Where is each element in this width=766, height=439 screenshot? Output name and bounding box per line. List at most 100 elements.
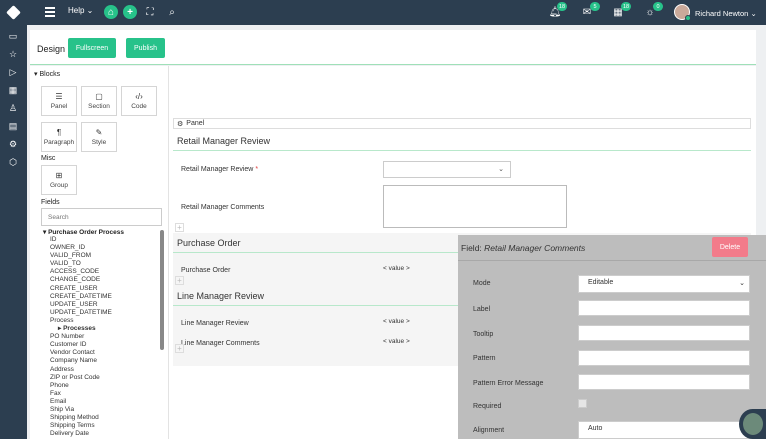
pattern-error-label: Pattern Error Message — [473, 380, 544, 387]
list-item[interactable]: CREATE_DATETIME — [50, 293, 166, 301]
logo-icon — [6, 5, 21, 20]
retail-manager-comments-textarea[interactable] — [383, 185, 567, 228]
star-icon[interactable]: ☆ — [7, 48, 19, 60]
fields-heading: Fields — [41, 199, 60, 206]
fields-scrollbar[interactable] — [160, 230, 164, 350]
list-item[interactable]: VALID_TO — [50, 260, 166, 268]
field-label: Retail Manager Review * — [181, 166, 259, 173]
list-item[interactable]: Vendor Contact — [50, 349, 166, 357]
top-bar: Help ⌄ ⌂ + ⛶ ⌕ 🔔︎ 18 ✉ 5 ▦ 18 ☼ 0 Richar… — [0, 0, 766, 25]
designer-toolbar: Design Fullscreen Publish — [30, 30, 756, 65]
block-group[interactable]: ⊞ Group — [41, 165, 77, 195]
list-item[interactable]: Process — [50, 317, 166, 325]
block-code[interactable]: ‹/› Code — [121, 86, 157, 116]
list-item[interactable]: VALID_FROM — [50, 252, 166, 260]
add-row-icon[interactable]: + — [175, 276, 184, 285]
gear-icon[interactable]: ⚙ — [7, 138, 19, 150]
list-item[interactable]: Phone — [50, 382, 166, 390]
field-value: < value > — [383, 318, 410, 325]
field-label: Purchase Order — [181, 267, 231, 274]
fields-search-input[interactable] — [41, 208, 162, 226]
avatar[interactable] — [674, 4, 691, 21]
grid-icon[interactable]: ▦ — [7, 84, 19, 96]
list-item[interactable]: Address — [50, 366, 166, 374]
block-paragraph[interactable]: ¶ Paragraph — [41, 122, 77, 152]
gear-icon: ⚙ — [177, 120, 184, 128]
user-menu[interactable]: Richard Newton ⌄ — [695, 9, 757, 18]
chevron-down-icon: ⌄ — [498, 166, 504, 173]
list-item[interactable]: Shipping Terms — [50, 422, 166, 430]
properties-divider — [458, 260, 766, 261]
chat-assistant-button[interactable] — [739, 409, 766, 439]
block-style[interactable]: ✎ Style — [81, 122, 117, 152]
calendar-badge: 18 — [621, 2, 632, 11]
tree-subgroup[interactable]: ▸ Processes — [58, 325, 166, 333]
list-item[interactable]: ID — [50, 236, 166, 244]
list-item[interactable]: Email — [50, 398, 166, 406]
list-item[interactable]: Shipping Method — [50, 414, 166, 422]
folder-icon[interactable]: ▭ — [7, 30, 19, 42]
list-item[interactable]: PO Number — [50, 333, 166, 341]
list-item[interactable]: Ship Via — [50, 406, 166, 414]
left-nav: ▭ ☆ ▷ ▦ ♙ ▤ ⚙ ⬡ — [0, 25, 27, 439]
list-item[interactable]: ZIP or Post Code — [50, 374, 166, 382]
add-row-icon[interactable]: + — [175, 223, 184, 232]
hamburger-menu-icon[interactable] — [45, 7, 55, 17]
publish-button[interactable]: Publish — [126, 38, 165, 58]
field-value: < value > — [383, 265, 410, 272]
notification-badge: 18 — [557, 2, 568, 11]
mode-select[interactable]: Editable ⌄ — [578, 275, 750, 293]
tooltip-input[interactable] — [578, 325, 750, 341]
add-row-icon[interactable]: + — [175, 344, 184, 353]
label-label: Label — [473, 306, 491, 313]
required-label: Required — [473, 403, 502, 410]
tree-root[interactable]: ▾ Purchase Order Process — [43, 228, 166, 236]
required-checkbox[interactable] — [578, 399, 587, 408]
retail-manager-review-select[interactable]: ⌄ — [383, 161, 511, 178]
block-section[interactable]: ▢ Section — [81, 86, 117, 116]
list-item[interactable]: CHANGE_CODE — [50, 276, 166, 284]
pattern-error-input[interactable] — [578, 374, 750, 390]
field-label: Line Manager Review — [181, 320, 249, 327]
add-circle-icon[interactable]: + — [123, 5, 137, 19]
user-icon[interactable]: ♙ — [7, 102, 19, 114]
square-icon: ▢ — [95, 92, 103, 101]
list-icon: ☰ — [55, 92, 63, 101]
properties-title: Field: Retail Manager Comments — [461, 243, 586, 253]
briefcase-icon[interactable]: ▤ — [7, 120, 19, 132]
list-item[interactable]: Company Name — [50, 357, 166, 365]
chevron-down-icon: ⌄ — [739, 280, 745, 287]
list-item[interactable]: ACCESS_CODE — [50, 268, 166, 276]
home-circle-icon[interactable]: ⌂ — [104, 5, 118, 19]
block-panel[interactable]: ☰ Panel — [41, 86, 77, 116]
section-title: Retail Manager Review — [177, 136, 271, 146]
box-icon[interactable]: ⬡ — [7, 156, 19, 168]
alignment-label: Alignment — [473, 427, 505, 434]
blocks-heading[interactable]: ▾ Blocks — [34, 70, 60, 78]
label-input[interactable] — [578, 300, 750, 316]
search-icon[interactable]: ⌕ — [166, 6, 178, 18]
panel-header[interactable]: ⚙ Panel — [173, 118, 751, 129]
list-item[interactable]: Fax — [50, 390, 166, 398]
section-title: Line Manager Review — [177, 291, 265, 301]
list-item[interactable]: OWNER_ID — [50, 244, 166, 252]
app-logo[interactable] — [0, 0, 27, 25]
list-item[interactable]: CREATE_USER — [50, 285, 166, 293]
list-item[interactable]: Customer ID — [50, 341, 166, 349]
field-value: < value > — [383, 338, 410, 345]
list-item[interactable]: UPDATE_DATETIME — [50, 309, 166, 317]
help-menu[interactable]: Help ⌄ — [68, 6, 93, 15]
alignment-select[interactable]: Auto — [578, 421, 750, 439]
fullscreen-icon[interactable]: ⛶ — [144, 6, 156, 18]
play-icon[interactable]: ▷ — [7, 66, 19, 78]
sun-badge: 0 — [653, 2, 663, 11]
list-item[interactable]: Delivery Date — [50, 430, 166, 438]
section-divider — [173, 150, 751, 151]
list-item[interactable]: UPDATE_USER — [50, 301, 166, 309]
pattern-input[interactable] — [578, 350, 750, 366]
fullscreen-button[interactable]: Fullscreen — [68, 38, 116, 58]
mode-label: Mode — [473, 280, 491, 287]
delete-button[interactable]: Delete — [712, 237, 748, 257]
tooltip-label: Tooltip — [473, 331, 494, 338]
paragraph-icon: ¶ — [56, 128, 62, 137]
